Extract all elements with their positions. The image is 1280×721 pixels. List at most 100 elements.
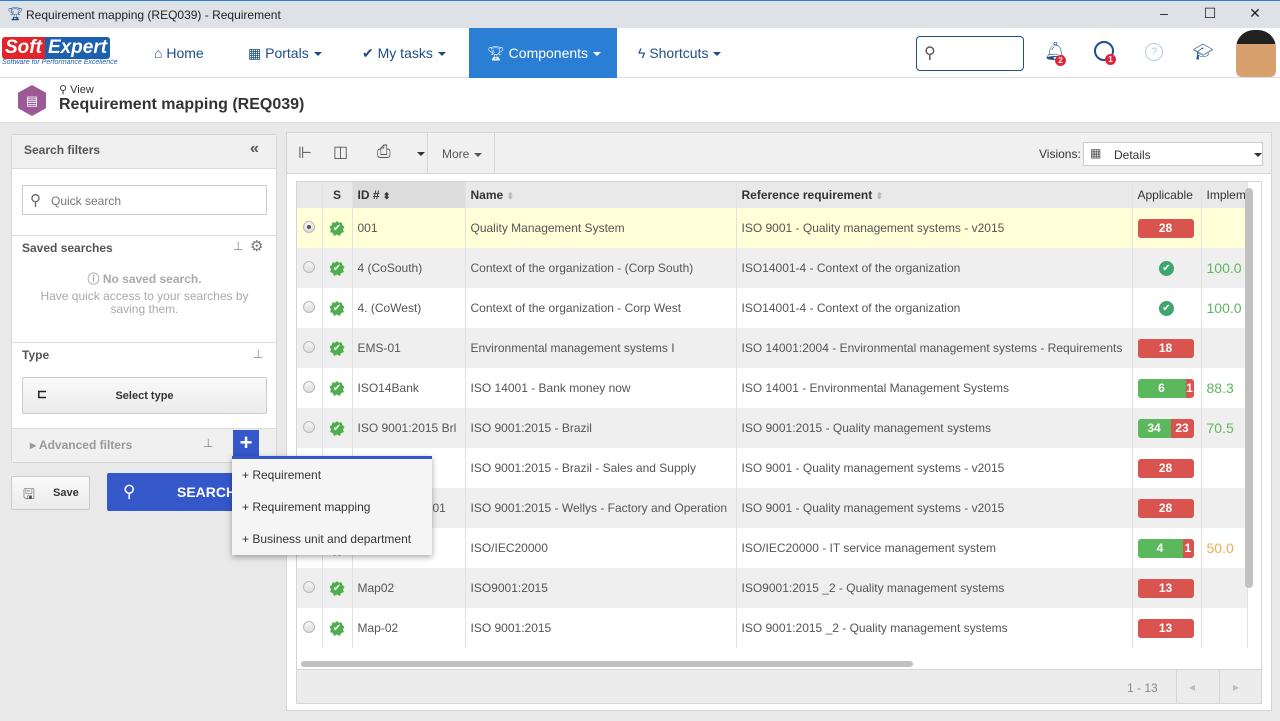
cell-reference: ISO9001:2015 _2 - Quality management sys… [736, 568, 1133, 608]
column-header-applicable[interactable]: Applicable [1132, 182, 1202, 208]
nav-portals[interactable]: ▦ Portals [234, 28, 336, 78]
close-button[interactable]: ✕ [1240, 5, 1270, 25]
column-label: Reference requirement [741, 188, 873, 202]
applicable-bar: 13 [1137, 618, 1194, 638]
visions-label: Visions: [1039, 147, 1081, 161]
select-type-button[interactable]: ⊏ Select type [22, 377, 267, 414]
cell-implemented: 100.0 [1201, 248, 1248, 288]
row-radio[interactable] [303, 380, 316, 393]
row-radio[interactable] [303, 220, 316, 233]
table-row[interactable]: ✔ISO/IEC20000ISO/IEC20000 - IT service m… [297, 528, 1248, 568]
clear-icon[interactable]: ⊥ [233, 239, 243, 253]
column-header-id[interactable]: ID # ⬍ [352, 182, 466, 208]
table-row[interactable]: ✔ EMS-01 Environmental management systems … [297, 328, 1248, 368]
home-icon: ⌂ [154, 45, 163, 61]
cell-id: Map02 [352, 568, 466, 608]
quick-search-input[interactable]: ⚲ Quick search [22, 185, 267, 215]
applicable-red: 18 [1137, 338, 1194, 358]
cell-name: ISO 14001 - Bank money now [465, 368, 737, 408]
cell-id: ISO 9001:2015 Brl [352, 408, 466, 448]
cell-implemented: 70.5 [1201, 408, 1248, 448]
table-row[interactable]: ✔ ISO14Bank ISO 14001 - Bank money now ISO … [297, 368, 1248, 408]
table-row[interactable]: ✔ 4 (CoSouth) Context of the organization … [297, 248, 1248, 288]
vertical-scrollbar[interactable] [1245, 188, 1253, 588]
row-radio[interactable] [303, 340, 316, 353]
clear-icon[interactable]: ⊥ [203, 436, 213, 450]
quick-search-placeholder: Quick search [51, 194, 122, 208]
save-button[interactable]: 🖫 Save [11, 476, 90, 510]
applicable-red: 1 [1185, 378, 1194, 398]
collapse-icon[interactable]: « [250, 140, 259, 158]
row-radio[interactable] [303, 260, 316, 273]
table-row[interactable]: ✔ Map-02 ISO 9001:2015 ISO 9001:2015 _2 - Q… [297, 608, 1248, 648]
grid-panel: ⊩ ◫ ⎙ More Visions: ▦ Details S ID # ⬍ N… [286, 132, 1272, 711]
row-radio[interactable] [303, 620, 316, 633]
table-row[interactable]: ✔ ISO 9001:2015 Brl ISO 9001:2015 - Brazil… [297, 408, 1248, 448]
applicable-bar: 61 [1137, 378, 1194, 398]
graduation-cap-icon[interactable]: 🎓︎ [1193, 42, 1213, 62]
global-search-input[interactable]: ⚲ [916, 36, 1024, 71]
cell-implemented [1201, 448, 1248, 488]
hierarchy-icon[interactable]: ⊩ [298, 143, 312, 163]
gear-icon[interactable]: ⚙ [250, 237, 263, 255]
menu-item-requirement[interactable]: + Requirement [232, 459, 432, 491]
maximize-button[interactable]: ☐ [1195, 5, 1225, 25]
visions-select[interactable]: ▦ Details [1083, 142, 1263, 166]
column-header-name[interactable]: Name ⬍ [465, 182, 737, 208]
nav-shortcuts[interactable]: ϟ Shortcuts [624, 28, 735, 78]
row-radio[interactable] [303, 420, 316, 433]
search-button[interactable]: ⚲ SEARCH [107, 473, 247, 511]
cell-implemented [1201, 608, 1248, 648]
window-title: Requirement mapping (REQ039) - Requireme… [26, 8, 281, 22]
compass-icon[interactable]: 1 [1094, 41, 1116, 65]
pager: 1 - 13 ◂ ▸ [296, 670, 1262, 704]
applicable-red: 28 [1137, 218, 1194, 238]
horizontal-scrollbar[interactable] [301, 661, 913, 667]
print-icon[interactable]: ⎙ [377, 142, 391, 162]
clear-icon[interactable]: ⊥ [253, 347, 263, 361]
next-page-icon[interactable]: ▸ [1233, 680, 1239, 694]
prev-page-icon[interactable]: ◂ [1189, 680, 1195, 694]
column-header-status[interactable]: S [322, 182, 353, 208]
trophy-icon: 🏆︎ [487, 45, 505, 61]
table-row[interactable]: ✔ 4. (CoWest) Context of the organization … [297, 288, 1248, 328]
help-icon[interactable]: ? [1145, 43, 1163, 61]
sort-icon: ⬍ [506, 191, 515, 201]
cell-reference: ISO14001-4 - Context of the organization [736, 288, 1133, 328]
add-filter-button[interactable]: + [233, 430, 259, 456]
applicable-bar: 18 [1137, 338, 1194, 358]
row-radio[interactable] [303, 300, 316, 313]
menu-item-business-unit[interactable]: + Business unit and department [232, 523, 432, 555]
avatar[interactable] [1236, 30, 1276, 77]
softexpert-logo[interactable]: Soft Expert Software for Performance Exce… [2, 37, 130, 71]
view-icon[interactable]: ◫ [333, 142, 348, 162]
column-header-reference[interactable]: Reference requirement ⬍ [736, 182, 1133, 208]
column-header-implemented[interactable]: Implem [1201, 182, 1248, 208]
applicable-bar: 28 [1137, 498, 1194, 518]
print-dropdown-icon[interactable] [417, 152, 425, 156]
bell-icon[interactable]: 🔔︎ 2 [1044, 41, 1067, 66]
table-row[interactable]: ✔01ISO 9001:2015 - Wellys - Factory and … [297, 488, 1248, 528]
applicable-bar: 28 [1137, 458, 1194, 478]
status-seal-icon: ✔ [329, 581, 345, 596]
row-radio[interactable] [303, 580, 316, 593]
check-circle-icon: ✔ [1159, 261, 1174, 276]
cell-reference: ISO 9001:2015 - Quality management syste… [736, 408, 1133, 448]
minimize-button[interactable]: – [1149, 5, 1179, 25]
nav-home[interactable]: ⌂ Home [140, 28, 218, 78]
applicable-red: 1 [1182, 538, 1194, 558]
add-filter-menu: + Requirement + Requirement mapping + Bu… [232, 456, 432, 555]
status-seal-icon: ✔ [329, 261, 345, 276]
menu-item-requirement-mapping[interactable]: + Requirement mapping [232, 491, 432, 523]
floppy-icon: 🖫 [23, 486, 35, 502]
no-saved-text: No saved search. [102, 272, 202, 286]
nav-my-tasks[interactable]: ✔ My tasks [348, 28, 460, 78]
column-label: Name [470, 188, 504, 202]
table-row[interactable]: ✔ 001 Quality Management System ISO 9001 - … [297, 208, 1248, 248]
table-row[interactable]: ✔ Map02 ISO9001:2015 ISO9001:2015 _2 - Qual… [297, 568, 1248, 608]
chevron-down-icon [1254, 153, 1262, 157]
more-button[interactable]: More [442, 147, 483, 161]
table-row[interactable]: ✔ISO 9001:2015 - Brazil - Sales and Supp… [297, 448, 1248, 488]
nav-components[interactable]: 🏆︎ Components [469, 28, 617, 78]
applicable-bar: 13 [1137, 578, 1194, 598]
